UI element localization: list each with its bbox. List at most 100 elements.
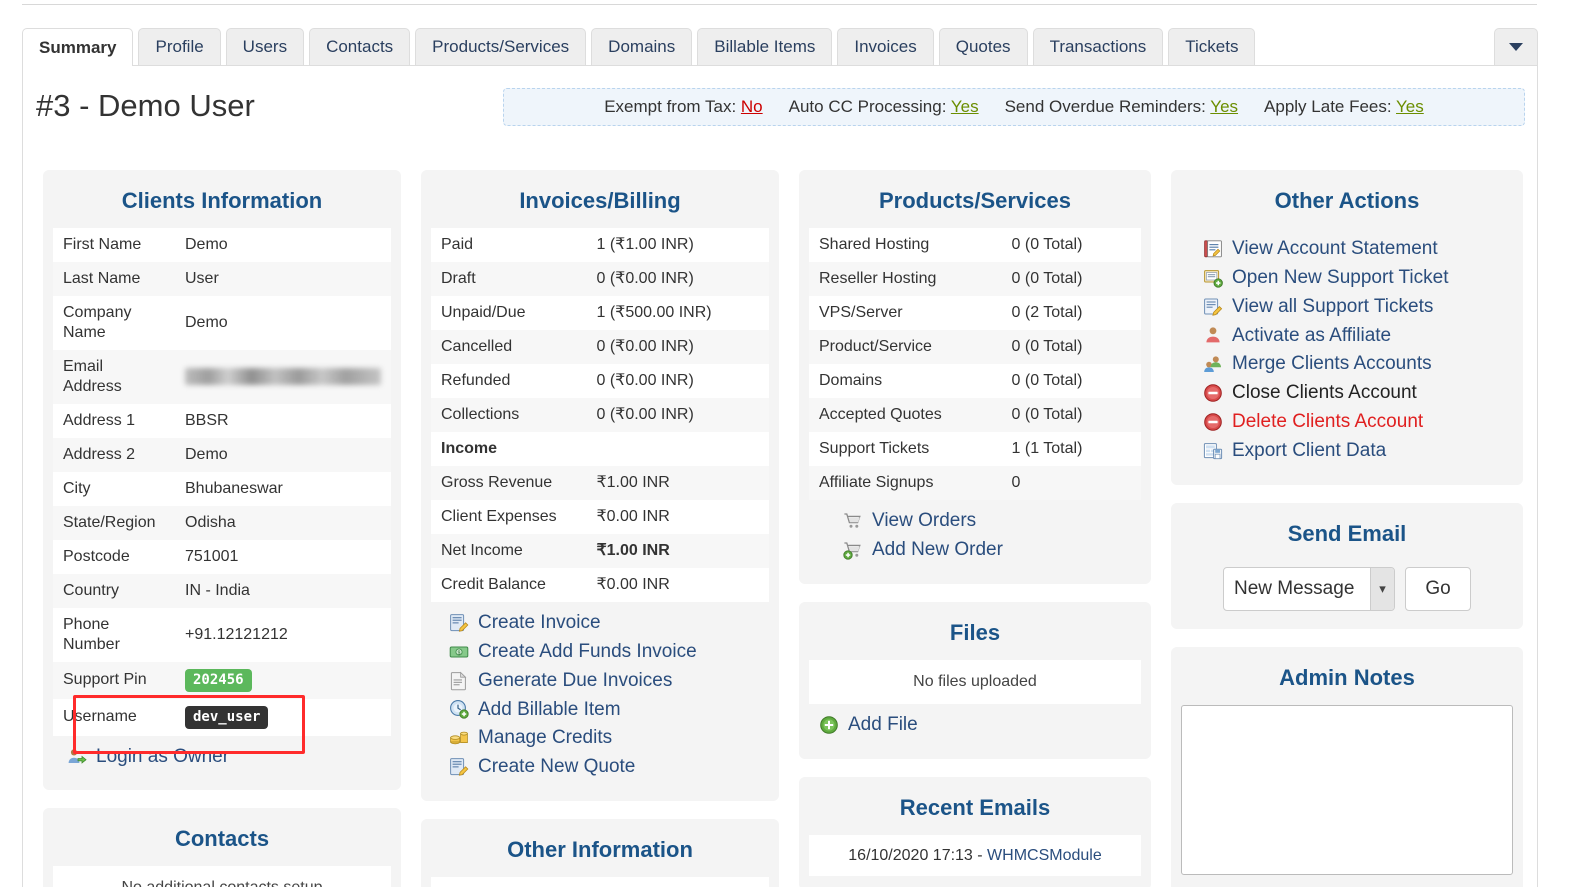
row-key: Last Name bbox=[53, 262, 175, 296]
activate-as-affiliate-link[interactable]: Activate as Affiliate bbox=[1203, 325, 1513, 347]
tab-billable-items[interactable]: Billable Items bbox=[697, 28, 833, 65]
link-label: Create New Quote bbox=[478, 756, 636, 778]
tab-tickets[interactable]: Tickets bbox=[1168, 28, 1256, 65]
account-flag-value[interactable]: Yes bbox=[1396, 97, 1424, 116]
add-billable-item-link[interactable]: Add Billable Item bbox=[449, 699, 769, 721]
delete-clients-account-link[interactable]: Delete Clients Account bbox=[1203, 411, 1513, 433]
create-new-quote-link[interactable]: Create New Quote bbox=[449, 756, 769, 778]
add-file-link[interactable]: Add File bbox=[819, 714, 1141, 736]
row-value: Bhubaneswar bbox=[175, 472, 391, 506]
table-row: City Bhubaneswar bbox=[53, 472, 391, 506]
income-header-label: Income bbox=[431, 432, 587, 466]
row-value: 0 (0 Total) bbox=[1001, 364, 1141, 398]
send-email-controls: New Message ▾ Go bbox=[1181, 561, 1513, 615]
table-row: Refunded 0 (₹0.00 INR) bbox=[431, 364, 769, 398]
account-flag-label: Auto CC Processing: bbox=[788, 97, 947, 116]
merge-clients-accounts-link[interactable]: Merge Clients Accounts bbox=[1203, 353, 1513, 375]
tabs-overflow-button[interactable] bbox=[1494, 28, 1538, 65]
table-row: Address 1 BBSR bbox=[53, 404, 391, 438]
support-pin-row: Support Pin 202456 bbox=[53, 662, 391, 699]
row-key: Cancelled bbox=[431, 330, 587, 364]
page-title: #3 - Demo User bbox=[36, 88, 255, 123]
row-key: Paid bbox=[431, 228, 587, 262]
recent-email-separator: - bbox=[972, 846, 988, 864]
support-pin-badge: 202456 bbox=[185, 669, 252, 692]
row-value: +91.12121212 bbox=[175, 608, 391, 662]
account-flag: Auto CC Processing: Yes bbox=[789, 97, 979, 117]
row-key: Phone Number bbox=[53, 608, 175, 662]
money-icon: $ bbox=[449, 642, 469, 662]
tab-invoices[interactable]: Invoices bbox=[837, 28, 934, 65]
row-key: Collections bbox=[431, 398, 587, 432]
table-row: Unpaid/Due 1 (₹500.00 INR) bbox=[431, 296, 769, 330]
recent-email-subject[interactable]: WHMCSModule bbox=[987, 847, 1102, 864]
send-email-panel: Send Email New Message ▾ Go bbox=[1171, 502, 1523, 629]
manage-credits-link[interactable]: Manage Credits bbox=[449, 727, 769, 749]
export-client-data-link[interactable]: Export Client Data bbox=[1203, 440, 1513, 462]
tab-users[interactable]: Users bbox=[225, 28, 305, 65]
row-key: Credit Balance bbox=[431, 568, 587, 602]
row-key: Email Address bbox=[53, 350, 175, 404]
row-value: ₹0.00 INR bbox=[586, 500, 769, 534]
view-all-support-tickets-link[interactable]: View all Support Tickets bbox=[1203, 296, 1513, 318]
row-key: Domains bbox=[809, 364, 1002, 398]
row-key: State/Region bbox=[53, 506, 175, 540]
tab-profile[interactable]: Profile bbox=[138, 28, 221, 65]
email-template-select[interactable]: New Message ▾ bbox=[1223, 566, 1395, 611]
other-actions-title: Other Actions bbox=[1274, 188, 1420, 213]
column-invoices-billing: Invoices/Billing Paid 1 (₹1.00 INR) Draft 0… bbox=[411, 170, 789, 887]
table-row: Address 2 Demo bbox=[53, 438, 391, 472]
link-label: View Orders bbox=[872, 510, 977, 531]
tab-domains[interactable]: Domains bbox=[591, 28, 693, 65]
create-add-funds-invoice-link[interactable]: $ Create Add Funds Invoice bbox=[449, 641, 769, 663]
products-services-actions: View Orders Add New Order bbox=[809, 500, 1141, 570]
row-value: User bbox=[175, 262, 391, 296]
admin-notes-textarea[interactable] bbox=[1181, 704, 1513, 875]
send-email-title: Send Email bbox=[1287, 520, 1407, 546]
files-panel: Files No files uploaded Add File bbox=[799, 601, 1151, 759]
open-new-support-ticket-link[interactable]: Open New Support Ticket bbox=[1203, 267, 1513, 289]
login-as-owner-link[interactable]: Login as Owner bbox=[67, 746, 391, 768]
close-clients-account-link[interactable]: Close Clients Account bbox=[1203, 382, 1513, 404]
income-header-spacer bbox=[586, 432, 769, 466]
other-information-title: Other Information bbox=[507, 837, 693, 863]
table-row: Last Name User bbox=[53, 262, 391, 296]
statement-icon bbox=[1203, 239, 1223, 259]
link-label: Generate Due Invoices bbox=[478, 669, 673, 691]
invoices-billing-table: Paid 1 (₹1.00 INR) Draft 0 (₹0.00 INR) Unpai… bbox=[431, 228, 769, 602]
view-account-statement-link[interactable]: View Account Statement bbox=[1203, 238, 1513, 260]
link-label: View all Support Tickets bbox=[1232, 295, 1434, 317]
tab-transactions[interactable]: Transactions bbox=[1032, 28, 1164, 65]
account-flag-value[interactable]: Yes bbox=[1210, 97, 1238, 116]
chevron-down-icon[interactable]: ▾ bbox=[1370, 567, 1394, 610]
add-new-order-link[interactable]: Add New Order bbox=[843, 539, 1141, 561]
row-key: Support Tickets bbox=[809, 432, 1002, 466]
files-title: Files bbox=[949, 619, 1001, 645]
create-invoice-link[interactable]: Create Invoice bbox=[449, 612, 769, 634]
generate-due-invoices-link[interactable]: Generate Due Invoices bbox=[449, 670, 769, 692]
document-icon bbox=[449, 671, 469, 691]
tab-quotes[interactable]: Quotes bbox=[938, 28, 1028, 65]
account-flag-value[interactable]: No bbox=[741, 97, 763, 116]
income-section-header: Income bbox=[431, 432, 769, 466]
account-flag-value[interactable]: Yes bbox=[951, 97, 979, 116]
send-email-go-button[interactable]: Go bbox=[1405, 566, 1471, 611]
column-clients-information: Clients Information First Name Demo Last N… bbox=[33, 170, 411, 887]
table-row: VPS/Server 0 (2 Total) bbox=[809, 296, 1141, 330]
row-key: Shared Hosting bbox=[809, 228, 1002, 262]
tab-products-services[interactable]: Products/Services bbox=[415, 28, 587, 65]
admin-notes-panel: Admin Notes bbox=[1171, 646, 1523, 887]
link-label: Add Billable Item bbox=[478, 698, 621, 720]
link-label: Activate as Affiliate bbox=[1232, 324, 1392, 346]
table-row: Country IN - India bbox=[53, 574, 391, 608]
tab-summary[interactable]: Summary bbox=[22, 28, 134, 66]
view-orders-link[interactable]: View Orders bbox=[843, 510, 1141, 532]
account-flag-label: Send Overdue Reminders: bbox=[1004, 97, 1206, 116]
tab-contacts[interactable]: Contacts bbox=[309, 28, 411, 65]
row-value: 1 (₹1.00 INR) bbox=[586, 228, 769, 262]
row-key: Address 2 bbox=[53, 438, 175, 472]
contacts-title: Contacts bbox=[174, 826, 270, 852]
other-actions-list: View Account Statement Open New Support T… bbox=[1181, 228, 1513, 471]
row-key: Gross Revenue bbox=[431, 466, 587, 500]
row-value: Demo bbox=[175, 438, 391, 472]
